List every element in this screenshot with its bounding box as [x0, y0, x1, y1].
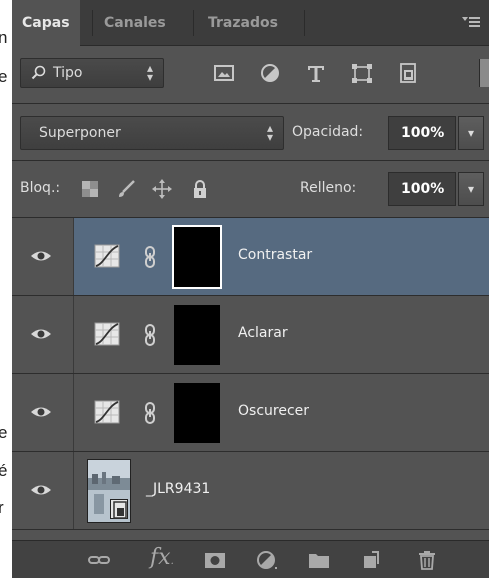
layer-row-contrastar[interactable]: Contrastar: [12, 218, 489, 296]
lock-position-move-icon[interactable]: [152, 179, 172, 199]
layer-name: Oscurecer: [238, 403, 310, 419]
opacity-label: Opacidad:: [292, 124, 364, 140]
lock-label: Bloq.:: [20, 180, 61, 196]
opacity-value: 100%: [401, 125, 445, 141]
layer-mask-thumbnail[interactable]: [174, 383, 220, 443]
layer-mask-thumbnail[interactable]: [174, 305, 220, 365]
layer-row-aclarar[interactable]: Aclarar: [12, 296, 489, 374]
background-text-char: e: [0, 423, 8, 442]
lock-row: Bloq.: Relleno: 100% ▾: [12, 161, 489, 217]
mask-link-chain-icon[interactable]: [142, 323, 158, 347]
visibility-column: [12, 374, 74, 451]
layer-name: Aclarar: [238, 325, 288, 341]
tab-divider: [304, 10, 305, 36]
shape-layer-filter-icon[interactable]: [350, 61, 374, 85]
layers-panel-footer: fx.: [12, 540, 489, 578]
mask-icon[interactable]: [204, 550, 226, 570]
layer-name: _JLR9431: [146, 481, 211, 497]
lock-pixels-brush-icon[interactable]: [116, 179, 136, 199]
visibility-eye-icon[interactable]: [30, 325, 52, 343]
visibility-column: [12, 218, 74, 295]
background-text-char: é: [0, 461, 8, 480]
smart-object-filter-icon[interactable]: [396, 61, 420, 85]
visibility-eye-icon[interactable]: [30, 403, 52, 421]
pixel-layer-filter-icon[interactable]: [212, 61, 236, 85]
tab-trazados[interactable]: Trazados: [198, 0, 288, 46]
layers-panel: Capas Canales Trazados Tipo ▴ ▾ Superpon…: [12, 0, 489, 578]
search-icon: [31, 65, 47, 81]
trash-icon[interactable]: [416, 550, 438, 570]
curves-adjustment-icon: [94, 400, 120, 424]
fx-icon[interactable]: fx.: [150, 545, 180, 570]
layer-name: Contrastar: [238, 247, 313, 263]
fill-value: 100%: [401, 181, 445, 197]
tab-capas[interactable]: Capas: [12, 0, 80, 47]
adjustment-layer-filter-icon[interactable]: [258, 61, 282, 85]
layer-filter-row: Tipo ▴ ▾: [12, 47, 489, 103]
filter-toggle-switch[interactable]: [479, 59, 489, 87]
lock-all-padlock-icon[interactable]: [190, 179, 210, 199]
curves-adjustment-icon: [94, 244, 120, 268]
visibility-column: [12, 452, 74, 529]
background-text-char: n: [0, 28, 8, 47]
background-text-char: e: [0, 67, 8, 86]
fill-dropdown-button[interactable]: ▾: [458, 172, 484, 206]
opacity-dropdown-button[interactable]: ▾: [458, 116, 484, 150]
layer-mask-thumbnail[interactable]: [172, 225, 222, 289]
panel-tab-bar: Capas Canales Trazados: [12, 0, 489, 47]
visibility-eye-icon[interactable]: [30, 247, 52, 265]
lock-transparency-icon[interactable]: [80, 179, 100, 199]
folder-icon[interactable]: [308, 550, 330, 570]
smart-object-badge-icon: [110, 499, 128, 519]
opacity-field[interactable]: 100%: [388, 116, 456, 150]
blend-row: Superponer ▴ ▾ Opacidad: 100% ▾: [12, 104, 489, 160]
filter-kind-label: Tipo: [53, 65, 83, 81]
new-layer-icon[interactable]: [360, 550, 382, 570]
panel-menu-icon[interactable]: [461, 14, 481, 30]
layer-row-oscurecer[interactable]: Oscurecer: [12, 374, 489, 452]
mask-link-chain-icon[interactable]: [142, 245, 158, 269]
tab-divider: [193, 10, 194, 36]
tab-canales[interactable]: Canales: [94, 0, 176, 46]
tab-divider: [92, 10, 93, 36]
visibility-eye-icon[interactable]: [30, 481, 52, 499]
link-icon[interactable]: [88, 550, 110, 570]
visibility-column: [12, 296, 74, 373]
filter-kind-select[interactable]: Tipo ▴ ▾: [20, 58, 164, 88]
fill-field[interactable]: 100%: [388, 172, 456, 206]
blend-mode-select[interactable]: Superponer ▴ ▾: [20, 116, 284, 150]
select-arrows-icon: ▴ ▾: [146, 61, 153, 84]
curves-adjustment-icon: [94, 322, 120, 346]
layer-row-jlr9431[interactable]: _JLR9431: [12, 452, 489, 530]
adjustment-icon[interactable]: [256, 550, 278, 570]
mask-link-chain-icon[interactable]: [142, 401, 158, 425]
blend-mode-label: Superponer: [39, 125, 121, 141]
select-arrows-icon: ▴ ▾: [266, 121, 273, 144]
fill-label: Relleno:: [300, 180, 357, 196]
type-layer-filter-icon[interactable]: [304, 61, 328, 85]
background-text-char: r: [0, 498, 4, 517]
layers-list: Contrastar Aclarar Oscurecer _JLR9431: [12, 218, 489, 536]
